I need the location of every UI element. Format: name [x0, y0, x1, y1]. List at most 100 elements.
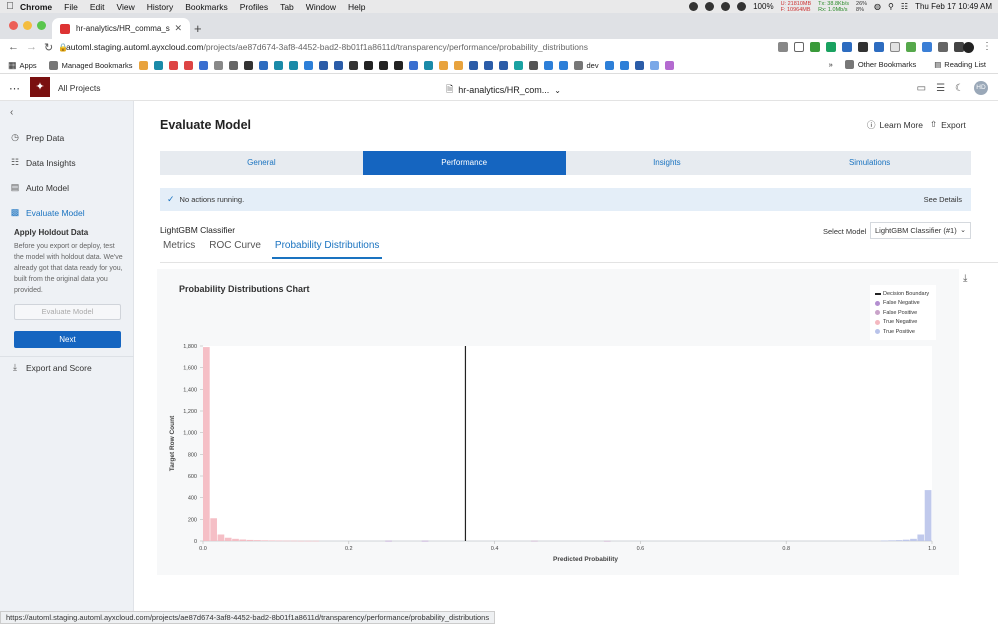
extension-icon[interactable] [842, 42, 852, 52]
legend-item[interactable]: False Positive [875, 308, 931, 318]
tray-app-icon[interactable] [689, 2, 699, 11]
extension-icon[interactable] [826, 42, 836, 52]
project-title[interactable]: 🗎 hr-analytics/HR_com... ⌄ [446, 82, 561, 98]
extension-icon[interactable] [858, 42, 868, 52]
menu-app[interactable]: Chrome [20, 2, 52, 12]
control-center-icon[interactable]: ☷ [901, 2, 908, 11]
user-avatar[interactable]: HD [974, 81, 988, 95]
sidebar-item-data-insights[interactable]: ☷ Data Insights [9, 157, 76, 168]
collapse-sidebar-icon[interactable]: ‹ [10, 107, 13, 118]
bookmark-item[interactable] [604, 60, 614, 70]
sidebar-item-export-score[interactable]: ⤓ Export and Score [9, 362, 92, 373]
app-launcher-icon[interactable]: ⋯ [9, 82, 20, 95]
subtab-roc-curve[interactable]: ROC Curve [206, 240, 264, 259]
reload-icon[interactable]: ↻ [44, 41, 53, 54]
bookmark-item[interactable] [558, 60, 568, 70]
bookmark-item[interactable] [528, 60, 538, 70]
extension-icon[interactable] [938, 42, 948, 52]
learn-more-button[interactable]: ⓘ Learn More [867, 119, 923, 131]
close-tab-icon[interactable]: ✕ [174, 23, 182, 34]
maximize-window-button[interactable] [37, 21, 46, 30]
bookmark-item[interactable] [363, 60, 373, 70]
bookmark-item[interactable] [198, 60, 208, 70]
bookmark-reading-list[interactable]: ▤ Reading List [934, 60, 986, 69]
select-model-dropdown[interactable]: LightGBM Classifier (#1) ⌄ [870, 222, 971, 239]
bookmark-item[interactable] [183, 60, 193, 70]
sidebar-item-auto-model[interactable]: ▤ Auto Model [9, 182, 69, 193]
subtab-metrics[interactable]: Metrics [160, 240, 198, 259]
tab-simulations[interactable]: Simulations [768, 151, 971, 175]
bookmark-item[interactable] [513, 60, 523, 70]
notifications-icon[interactable]: ☰ [936, 83, 945, 94]
bookmark-item[interactable] [168, 60, 178, 70]
bookmark-item[interactable] [348, 60, 358, 70]
menu-profiles[interactable]: Profiles [240, 2, 268, 12]
menu-view[interactable]: View [116, 2, 134, 12]
bookmark-item[interactable] [634, 60, 644, 70]
bookmark-item[interactable] [468, 60, 478, 70]
next-button[interactable]: Next [14, 331, 121, 348]
extension-icon[interactable] [874, 42, 884, 52]
bookmark-item[interactable] [153, 60, 163, 70]
wifi-icon[interactable]: ◍ [874, 2, 881, 11]
extension-icon[interactable] [890, 42, 900, 52]
bookmark-item[interactable] [483, 60, 493, 70]
menu-edit[interactable]: Edit [90, 2, 105, 12]
bookmark-dev[interactable]: dev [573, 60, 599, 70]
bookmark-item[interactable] [228, 60, 238, 70]
bookmark-item[interactable] [438, 60, 448, 70]
menu-file[interactable]: File [64, 2, 78, 12]
evaluate-model-button[interactable]: Evaluate Model [14, 304, 121, 320]
bookmark-item[interactable] [408, 60, 418, 70]
bookmark-item[interactable] [213, 60, 223, 70]
bookmark-item[interactable] [453, 60, 463, 70]
bookmark-item[interactable] [318, 60, 328, 70]
spotlight-icon[interactable]: ⚲ [888, 2, 894, 11]
bookmark-item[interactable] [138, 60, 148, 70]
bookmark-managed[interactable]: Managed Bookmarks [48, 60, 133, 70]
legend-item[interactable]: True Positive [875, 327, 931, 337]
profile-avatar[interactable] [963, 42, 974, 53]
menu-help[interactable]: Help [348, 2, 365, 12]
back-icon[interactable]: ← [8, 41, 19, 53]
menu-window[interactable]: Window [306, 2, 336, 12]
bookmark-item[interactable] [333, 60, 343, 70]
bookmark-item[interactable] [273, 60, 283, 70]
tray-app-icon[interactable] [705, 2, 715, 11]
address-bar[interactable]: automl.staging.automl.ayxcloud.com/proje… [66, 42, 588, 52]
bookmark-item[interactable] [543, 60, 553, 70]
bookmark-item[interactable] [649, 60, 659, 70]
bookmark-item[interactable] [664, 60, 674, 70]
bookmark-item[interactable] [258, 60, 268, 70]
bookmark-item[interactable] [378, 60, 388, 70]
export-button[interactable]: ⇧ Export [930, 119, 966, 130]
extension-icon[interactable] [906, 42, 916, 52]
see-details-link[interactable]: See Details [924, 195, 962, 204]
minimize-window-button[interactable] [23, 21, 32, 30]
legend-item[interactable]: False Negative [875, 299, 931, 309]
tray-app-icon[interactable] [737, 2, 747, 11]
sidebar-item-prep-data[interactable]: ◷ Prep Data [9, 132, 64, 143]
menu-bookmarks[interactable]: Bookmarks [185, 2, 228, 12]
legend-item[interactable]: True Negative [875, 318, 931, 328]
bookmark-item[interactable] [303, 60, 313, 70]
bookmark-item[interactable] [619, 60, 629, 70]
subtab-probability-distributions[interactable]: Probability Distributions [271, 240, 383, 259]
legend-item[interactable]: Decision Boundary [875, 289, 931, 299]
tab-general[interactable]: General [160, 151, 363, 175]
tab-insights[interactable]: Insights [566, 151, 769, 175]
bookmark-other[interactable]: Other Bookmarks [844, 60, 916, 69]
sidebar-item-evaluate-model[interactable]: ▩ Evaluate Model [9, 207, 85, 218]
browser-menu-icon[interactable]: ⋮ [982, 41, 992, 52]
more-bookmarks-icon[interactable]: » [829, 60, 833, 69]
extension-icon[interactable] [810, 42, 820, 52]
forward-icon[interactable]: → [26, 41, 37, 53]
bookmark-star-icon[interactable] [794, 42, 804, 52]
menu-tab[interactable]: Tab [280, 2, 294, 12]
alteryx-logo-icon[interactable]: ✦ [30, 77, 50, 97]
tab-performance[interactable]: Performance [362, 151, 566, 175]
share-icon[interactable] [778, 42, 788, 52]
bookmark-item[interactable] [243, 60, 253, 70]
all-projects-link[interactable]: All Projects [58, 83, 101, 93]
bookmark-item[interactable] [423, 60, 433, 70]
